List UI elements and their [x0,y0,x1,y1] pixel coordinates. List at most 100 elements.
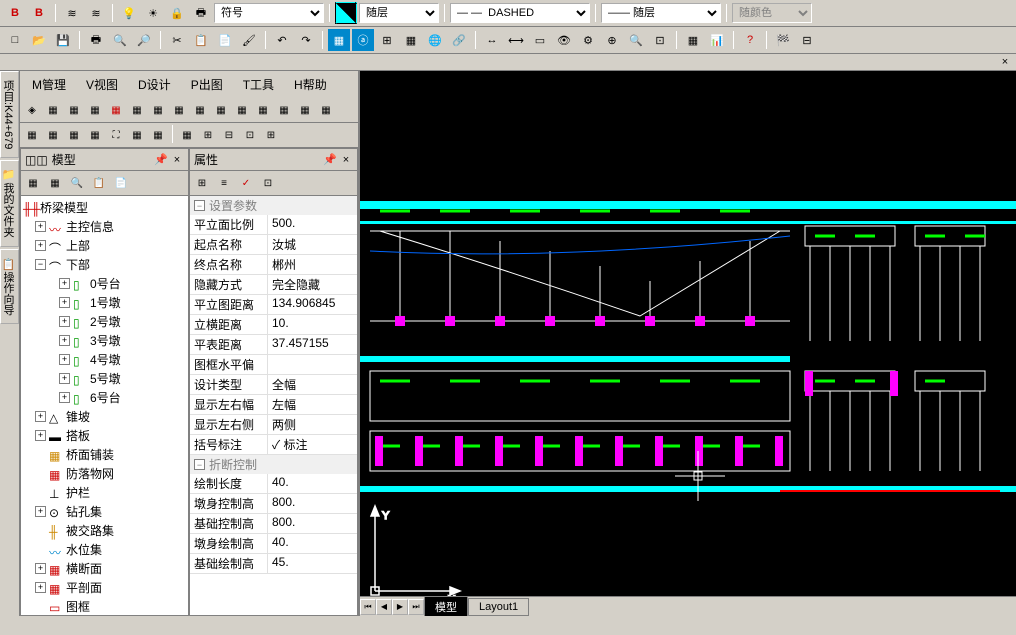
open-icon[interactable]: 📂 [28,29,50,51]
mini-6[interactable]: ▦ [127,100,147,120]
mini-11[interactable]: ▦ [232,100,252,120]
mini-2[interactable]: ▦ [43,100,63,120]
mini-12[interactable]: ▦ [253,100,273,120]
prop-row[interactable]: 墩身控制高800. [190,494,357,514]
cut-icon[interactable]: ✂ [166,29,188,51]
prop-tool-2[interactable]: ≡ [214,173,234,193]
bulb-icon[interactable]: 💡 [118,2,140,24]
mini-9[interactable]: ▦ [190,100,210,120]
zoom-icon[interactable]: 🔎 [133,29,155,51]
measure-icon-2[interactable]: ⟷ [505,29,527,51]
prop-row[interactable]: 立横距离10. [190,315,357,335]
mini-b11[interactable]: ⊡ [240,125,260,145]
mini-10[interactable]: ▦ [211,100,231,120]
rect-icon[interactable]: ▭ [529,29,551,51]
tree-abutment0[interactable]: +▯0号台 [23,274,186,293]
drawing-canvas[interactable]: Y X ⏮ ◀ ▶ ⏭ 模型 Layout1 [360,71,1016,616]
prop-row[interactable]: 括号标注✓ 标注 [190,435,357,455]
table-icon[interactable]: ▦ [682,29,704,51]
zoom-in-icon[interactable]: ⊕ [601,29,623,51]
linetype-combo[interactable]: — — DASHED [450,3,590,23]
mini-b2[interactable]: ▦ [43,125,63,145]
app-icon-4[interactable]: ▦ [400,29,422,51]
property-grid[interactable]: −设置参数 平立面比例500.起点名称汝城终点名称郴州隐藏方式完全隐藏平立图距离… [190,196,357,615]
redo-icon[interactable]: ↷ [295,29,317,51]
tab-last-icon[interactable]: ⏭ [408,599,424,615]
tree-pavement[interactable]: ▦桥面铺装 [23,445,186,464]
globe-icon[interactable]: 🌐 [424,29,446,51]
panel-close-icon[interactable]: × [998,55,1012,69]
copy-icon[interactable]: 📋 [190,29,212,51]
prop-tool-4[interactable]: ⊡ [258,173,278,193]
tree-pier1[interactable]: +▯1号墩 [23,293,186,312]
tree-abutment6[interactable]: +▯6号台 [23,388,186,407]
mini-b5[interactable]: ⛶ [106,125,126,145]
tab-layout1[interactable]: Layout1 [468,598,529,616]
tree-master[interactable]: +〰主控信息 [23,217,186,236]
prop-row[interactable]: 终点名称郴州 [190,255,357,275]
tree-pier3[interactable]: +▯3号墩 [23,331,186,350]
lock-icon[interactable]: 🔒 [166,2,188,24]
mini-4[interactable]: ▦ [85,100,105,120]
tree-pier2[interactable]: +▯2号墩 [23,312,186,331]
pin-icon[interactable]: 📌 [154,153,168,167]
model-tree[interactable]: ╫╫桥梁模型 +〰主控信息 +⌒上部 −⌒下部 +▯0号台 +▯1号墩 +▯2号… [21,196,188,615]
menu-manage[interactable]: M管理 [28,74,70,95]
mini-b7[interactable]: ▦ [148,125,168,145]
link-icon[interactable]: 🔗 [448,29,470,51]
prop-pin-icon[interactable]: 📌 [323,153,337,167]
prop-row[interactable]: 平表距离37.457155 [190,335,357,355]
tool-btn-1[interactable]: B [4,2,26,24]
mini-b4[interactable]: ▦ [85,125,105,145]
tab-next-icon[interactable]: ▶ [392,599,408,615]
fit-icon[interactable]: ⊡ [649,29,671,51]
prop-row[interactable]: 平立面比例500. [190,215,357,235]
mini-3[interactable]: ▦ [64,100,84,120]
tree-tool-3[interactable]: 🔍 [67,173,87,193]
tree-pier4[interactable]: +▯4号墩 [23,350,186,369]
prop-row[interactable]: 显示左右侧两侧 [190,415,357,435]
tree-upper[interactable]: +⌒上部 [23,236,186,255]
tree-tool-5[interactable]: 📄 [111,173,131,193]
tree-crossroad[interactable]: ╫被交路集 [23,521,186,540]
gear-icon[interactable]: ⚙ [577,29,599,51]
mini-5[interactable]: ▦ [106,100,126,120]
mini-b9[interactable]: ⊞ [198,125,218,145]
tree-tool-2[interactable]: ▦ [45,173,65,193]
symbol-combo[interactable]: 符号 [214,3,324,23]
prop-tool-1[interactable]: ⊞ [192,173,212,193]
measure-icon-1[interactable]: ↔ [481,29,503,51]
chart-icon[interactable]: 📊 [706,29,728,51]
tree-profile[interactable]: +▦平剖面 [23,578,186,597]
side-tab-guide[interactable]: 📋操作向导 [0,249,19,324]
mini-b6[interactable]: ▦ [127,125,147,145]
mini-b10[interactable]: ⊟ [219,125,239,145]
menu-tools[interactable]: T工具 [239,74,278,95]
tree-pier5[interactable]: +▯5号墩 [23,369,186,388]
mini-1[interactable]: ◈ [22,100,42,120]
layer-combo-2[interactable]: —— 随层 [601,3,721,23]
prop-row[interactable]: 隐藏方式完全隐藏 [190,275,357,295]
tool-btn-2[interactable]: B [28,2,50,24]
mini-7[interactable]: ▦ [148,100,168,120]
tree-guardrail[interactable]: ⊥护栏 [23,483,186,502]
prop-row[interactable]: 起点名称汝城 [190,235,357,255]
grid-icon[interactable]: ⊟ [796,29,818,51]
flag-icon[interactable]: 🏁 [772,29,794,51]
prop-row[interactable]: 显示左右幅左幅 [190,395,357,415]
tree-tool-4[interactable]: 📋 [89,173,109,193]
tool-btn-3[interactable]: ≋ [61,2,83,24]
menu-output[interactable]: P出图 [187,74,227,95]
mini-b8[interactable]: ▦ [177,125,197,145]
tree-fence[interactable]: ▦防落物网 [23,464,186,483]
eye-icon[interactable]: 👁 [553,29,575,51]
menu-view[interactable]: V视图 [82,74,122,95]
menu-help[interactable]: H帮助 [290,74,331,95]
tree-root[interactable]: ╫╫桥梁模型 [23,198,186,217]
mini-15[interactable]: ▦ [316,100,336,120]
prop-group-2[interactable]: −折断控制 [190,455,357,474]
prop-group-1[interactable]: −设置参数 [190,196,357,215]
side-tab-project[interactable]: 项目:K44+679 [0,71,19,158]
undo-icon[interactable]: ↶ [271,29,293,51]
tree-frame[interactable]: ▭图框 [23,597,186,615]
